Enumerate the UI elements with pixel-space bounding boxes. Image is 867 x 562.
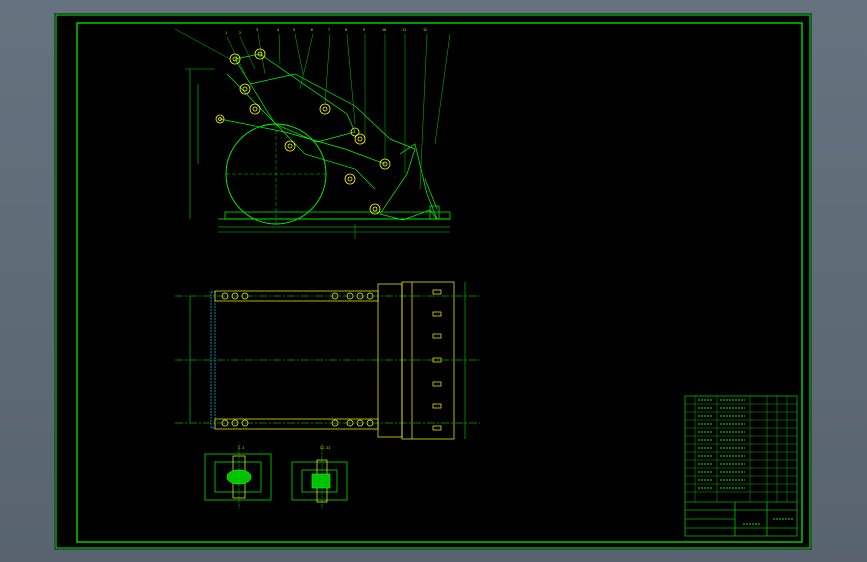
- svg-text:10: 10: [382, 28, 386, 32]
- svg-text:1: 1: [225, 31, 227, 35]
- inner-frame: [76, 22, 803, 543]
- side-view: [174, 28, 451, 239]
- svg-text:8: 8: [345, 28, 347, 32]
- balloon-labels: 1 2 3 4 5 6 7 8 9 10 11 12: [225, 28, 427, 35]
- svg-text:6: 6: [311, 28, 313, 32]
- svg-text:5: 5: [293, 28, 295, 32]
- svg-text:11: 11: [402, 28, 406, 32]
- svg-text:II-II: II-II: [320, 446, 330, 450]
- svg-text:7: 7: [328, 28, 330, 32]
- svg-text:4: 4: [277, 28, 279, 32]
- svg-text:12: 12: [423, 28, 427, 32]
- section-i: I-I: [204, 444, 272, 509]
- drawing-sheet[interactable]: 1 2 3 4 5 6 7 8 9 10 11 12 I-I II-II: [55, 14, 811, 549]
- section-ii: II-II: [291, 444, 348, 509]
- svg-text:3: 3: [256, 28, 258, 32]
- top-view: [175, 281, 480, 440]
- svg-text:9: 9: [363, 28, 365, 32]
- svg-text:2: 2: [239, 31, 241, 35]
- cad-drawing-canvas: 1 2 3 4 5 6 7 8 9 10 11 12 I-I II-II: [55, 14, 811, 549]
- title-block-table: [684, 395, 798, 537]
